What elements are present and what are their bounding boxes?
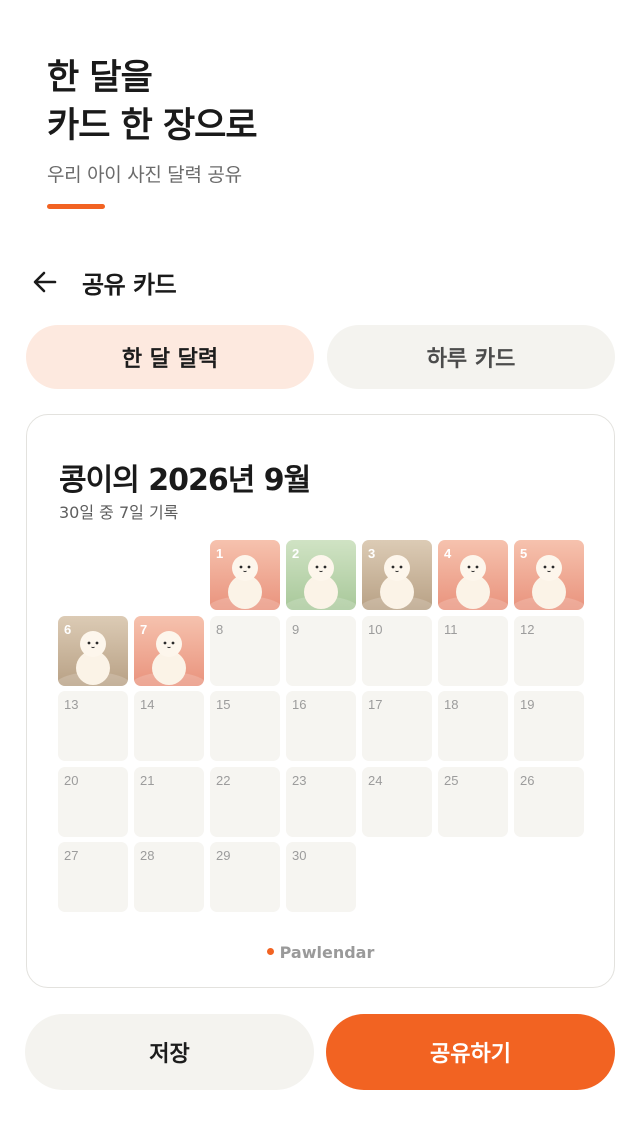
calendar-day-2[interactable]: 2 [286, 540, 356, 610]
calendar-day-19[interactable]: 19 [514, 691, 584, 761]
share-button[interactable]: 공유하기 [326, 1014, 615, 1090]
day-number: 9 [292, 621, 300, 637]
tab-month-calendar[interactable]: 한 달 달력 [26, 325, 314, 389]
day-number: 2 [292, 546, 300, 561]
hero: 한 달을 카드 한 장으로 우리 아이 사진 달력 공유 [47, 54, 258, 187]
card-type-tabs: 한 달 달력 하루 카드 [26, 325, 615, 389]
calendar-day-26[interactable]: 26 [514, 766, 584, 837]
calendar-day-3[interactable]: 3 [362, 540, 432, 610]
day-number: 13 [64, 697, 79, 712]
day-number: 6 [64, 621, 72, 637]
calendar-day-23[interactable]: 23 [286, 766, 356, 837]
calendar-day-10[interactable]: 10 [362, 615, 432, 686]
calendar-day-8[interactable]: 8 [210, 615, 280, 686]
calendar-grid: 1 2 3 4 5 6 7 8 9 10 11 12 13 14 15 16 17 18 19 20 21 22 23 24 2… [58, 540, 584, 914]
card-record-count: 30일 중 7일 기록 [59, 503, 179, 522]
card-title: 콩이의 2026년 9월 [59, 463, 311, 498]
calendar-day-11[interactable]: 11 [438, 615, 508, 686]
calendar-day-9[interactable]: 9 [286, 615, 356, 686]
top-nav: 공유 카드 [28, 262, 177, 302]
day-number: 8 [216, 621, 224, 637]
day-number: 19 [520, 697, 535, 712]
day-number: 4 [444, 546, 452, 561]
calendar-day-13[interactable]: 13 [58, 691, 128, 761]
calendar-day-7[interactable]: 7 [134, 615, 204, 686]
day-number: 15 [216, 697, 231, 712]
day-number: 12 [520, 621, 535, 637]
share-card-preview: 콩이의 2026년 9월 30일 중 7일 기록 1 2 3 4 5 6 7 8 9 10 11 12… [26, 414, 615, 988]
day-number: 23 [292, 772, 307, 788]
day-number: 29 [216, 848, 231, 863]
day-number: 3 [368, 546, 376, 561]
calendar-day-25[interactable]: 25 [438, 766, 508, 837]
calendar-day-27[interactable]: 27 [58, 842, 128, 912]
calendar-day-24[interactable]: 24 [362, 766, 432, 837]
tab-day-card[interactable]: 하루 카드 [327, 325, 615, 389]
calendar-day-12[interactable]: 12 [514, 615, 584, 686]
calendar-day-1[interactable]: 1 [210, 540, 280, 610]
calendar-day-30[interactable]: 30 [286, 842, 356, 912]
day-number: 26 [520, 772, 535, 788]
calendar-day-29[interactable]: 29 [210, 842, 280, 912]
day-number: 7 [140, 621, 148, 637]
hero-title-line2: 카드 한 장으로 [47, 106, 258, 146]
brand-name: Pawlendar [279, 943, 375, 962]
hero-subtitle: 우리 아이 사진 달력 공유 [47, 164, 242, 186]
back-button[interactable] [28, 265, 62, 299]
brand-mark: Pawlendar [27, 943, 614, 962]
day-number: 14 [140, 697, 155, 712]
day-number: 5 [520, 546, 528, 561]
day-number: 22 [216, 772, 231, 788]
day-number: 11 [444, 621, 458, 637]
day-number: 17 [368, 697, 383, 712]
day-number: 20 [64, 772, 79, 788]
day-number: 10 [368, 621, 383, 637]
day-number: 18 [444, 697, 459, 712]
calendar-day-18[interactable]: 18 [438, 691, 508, 761]
calendar-day-4[interactable]: 4 [438, 540, 508, 610]
calendar-day-21[interactable]: 21 [134, 766, 204, 837]
calendar-day-17[interactable]: 17 [362, 691, 432, 761]
save-button[interactable]: 저장 [25, 1014, 314, 1090]
hero-title-line1: 한 달을 [47, 58, 153, 98]
hero-title: 한 달을 카드 한 장으로 [47, 54, 258, 150]
calendar-day-16[interactable]: 16 [286, 691, 356, 761]
calendar-day-5[interactable]: 5 [514, 540, 584, 610]
day-number: 25 [444, 772, 459, 788]
calendar-day-28[interactable]: 28 [134, 842, 204, 912]
day-number: 27 [64, 848, 79, 863]
day-number: 16 [292, 697, 307, 712]
day-number: 1 [216, 546, 224, 561]
day-number: 30 [292, 848, 307, 863]
calendar-day-15[interactable]: 15 [210, 691, 280, 761]
page-title: 공유 카드 [82, 270, 177, 299]
calendar-day-6[interactable]: 6 [58, 615, 128, 686]
calendar-day-22[interactable]: 22 [210, 766, 280, 837]
day-number: 24 [368, 772, 383, 788]
day-number: 21 [140, 772, 155, 788]
arrow-left-icon [33, 271, 57, 293]
calendar-day-14[interactable]: 14 [134, 691, 204, 761]
hero-accent-rule [47, 204, 105, 209]
day-number: 28 [140, 848, 155, 863]
calendar-day-20[interactable]: 20 [58, 766, 128, 837]
brand-dot-icon [266, 948, 274, 955]
